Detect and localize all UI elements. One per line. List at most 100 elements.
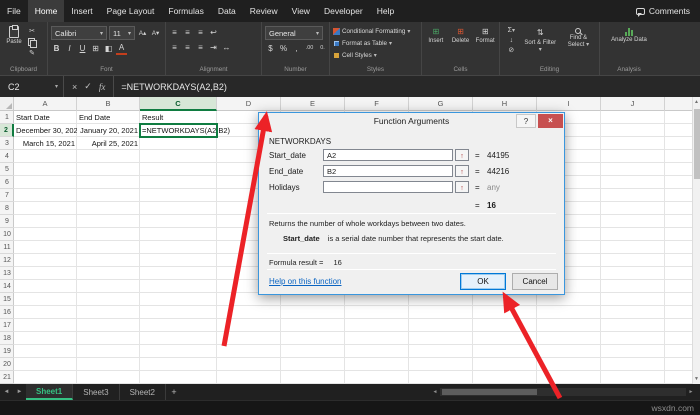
cancel-button[interactable]: Cancel xyxy=(512,273,558,290)
percent-button[interactable]: % xyxy=(278,42,289,55)
arg-input-start-date[interactable]: A2 xyxy=(323,149,453,161)
vertical-scrollbar-thumb[interactable] xyxy=(694,109,700,179)
insert-cells-button[interactable]: ⊞ Insert xyxy=(425,26,447,44)
insert-function-icon[interactable]: fx xyxy=(99,82,106,92)
row-header-1[interactable]: 1 xyxy=(0,111,14,124)
row-header-7[interactable]: 7 xyxy=(0,189,14,202)
align-left-button[interactable]: ≡ xyxy=(169,41,180,54)
column-header-K[interactable]: K xyxy=(665,97,692,111)
paste-button[interactable]: Paste xyxy=(3,25,25,45)
font-size-select[interactable]: 11 ▾ xyxy=(109,26,135,40)
row-header-21[interactable]: 21 xyxy=(0,371,14,384)
copy-icon[interactable] xyxy=(28,38,37,48)
sheet-tab-sheet2[interactable]: Sheet2 xyxy=(120,384,166,400)
analyze-data-button[interactable]: Analyze Data xyxy=(610,26,648,44)
wrap-text-button[interactable]: ↩ xyxy=(208,26,219,39)
format-cells-button[interactable]: ⊞ Format xyxy=(474,26,496,44)
cell-A2[interactable]: December 30, 2020 xyxy=(14,124,77,137)
add-sheet-button[interactable]: + xyxy=(166,384,182,400)
column-header-F[interactable]: F xyxy=(345,97,409,111)
font-name-select[interactable]: Calibri ▾ xyxy=(51,26,107,40)
ribbon-tab-formulas[interactable]: Formulas xyxy=(161,0,210,22)
grow-font-button[interactable]: A▴ xyxy=(137,27,148,40)
cell-B3[interactable]: April 25, 2021 xyxy=(77,137,140,150)
sheet-nav-prev-icon[interactable]: ◄ xyxy=(0,384,13,400)
row-header-17[interactable]: 17 xyxy=(0,319,14,332)
enter-icon[interactable]: ✓ xyxy=(84,81,92,92)
sort-filter-button[interactable]: ⇅ Sort & Filter ▾ xyxy=(523,26,558,54)
column-header-G[interactable]: G xyxy=(409,97,473,111)
align-top-button[interactable]: ≡ xyxy=(169,26,180,39)
align-right-button[interactable]: ≡ xyxy=(195,41,206,54)
horizontal-scrollbar[interactable]: ◄ ► xyxy=(430,386,696,398)
column-header-I[interactable]: I xyxy=(537,97,601,111)
horizontal-scrollbar-track[interactable] xyxy=(440,388,686,396)
row-header-5[interactable]: 5 xyxy=(0,163,14,176)
align-bottom-button[interactable]: ≡ xyxy=(195,26,206,39)
cancel-icon[interactable]: × xyxy=(72,82,77,92)
scroll-right-icon[interactable]: ► xyxy=(686,389,696,395)
row-header-15[interactable]: 15 xyxy=(0,293,14,306)
name-box-dropdown-icon[interactable]: ▾ xyxy=(50,76,64,97)
shrink-font-button[interactable]: A▾ xyxy=(150,27,161,40)
comma-button[interactable]: , xyxy=(291,42,302,55)
format-painter-icon[interactable]: ✎ xyxy=(28,49,36,58)
column-header-C[interactable]: C xyxy=(140,97,217,111)
row-header-2[interactable]: 2 xyxy=(0,124,14,137)
horizontal-scrollbar-thumb[interactable] xyxy=(442,389,537,395)
range-selector-button-end-date[interactable]: ↑ xyxy=(455,165,469,177)
align-middle-button[interactable]: ≡ xyxy=(182,26,193,39)
range-selector-button-holidays[interactable]: ↑ xyxy=(455,181,469,193)
bold-button[interactable]: B xyxy=(51,42,62,55)
ribbon-tab-page-layout[interactable]: Page Layout xyxy=(100,0,162,22)
row-header-13[interactable]: 13 xyxy=(0,267,14,280)
sheet-tab-sheet1[interactable]: Sheet1 xyxy=(26,384,74,400)
sheet-tab-sheet3[interactable]: Sheet3 xyxy=(73,384,120,400)
formula-input[interactable]: =NETWORKDAYS(A2,B2) xyxy=(114,76,700,97)
range-selector-button-start-date[interactable]: ↑ xyxy=(455,149,469,161)
arg-input-holidays[interactable] xyxy=(323,181,453,193)
column-header-A[interactable]: A xyxy=(14,97,77,111)
select-all-button[interactable] xyxy=(0,97,14,111)
row-header-3[interactable]: 3 xyxy=(0,137,14,150)
arg-input-end-date[interactable]: B2 xyxy=(323,165,453,177)
cell-B1[interactable]: End Date xyxy=(77,111,140,124)
borders-button[interactable]: ⊞ xyxy=(90,42,101,55)
ribbon-tab-file[interactable]: File xyxy=(0,0,28,22)
row-header-11[interactable]: 11 xyxy=(0,241,14,254)
clear-button[interactable]: ⊘ xyxy=(503,46,520,55)
row-header-12[interactable]: 12 xyxy=(0,254,14,267)
ribbon-tab-data[interactable]: Data xyxy=(211,0,243,22)
currency-button[interactable]: $ xyxy=(265,42,276,55)
row-header-8[interactable]: 8 xyxy=(0,202,14,215)
indent-button[interactable]: ⇥ xyxy=(208,41,219,54)
autosum-button[interactable]: Σ▾ xyxy=(503,26,520,35)
ribbon-tab-help[interactable]: Help xyxy=(370,0,401,22)
underline-button[interactable]: U xyxy=(77,42,88,55)
merge-center-button[interactable]: ↔ xyxy=(221,41,232,54)
column-header-J[interactable]: J xyxy=(601,97,665,111)
ribbon-tab-insert[interactable]: Insert xyxy=(64,0,99,22)
ribbon-tab-review[interactable]: Review xyxy=(243,0,285,22)
scroll-left-icon[interactable]: ◄ xyxy=(430,389,440,395)
font-color-button[interactable]: A xyxy=(116,43,127,55)
conditional-formatting-button[interactable]: Conditional Formatting ▾ xyxy=(333,26,410,37)
increase-decimal-button[interactable]: .00 xyxy=(304,42,315,55)
fill-color-button[interactable]: ◧ xyxy=(103,42,114,55)
italic-button[interactable]: I xyxy=(64,42,75,55)
column-header-D[interactable]: D xyxy=(217,97,281,111)
align-center-button[interactable]: ≡ xyxy=(182,41,193,54)
column-header-E[interactable]: E xyxy=(281,97,345,111)
format-as-table-button[interactable]: Format as Table ▾ xyxy=(333,38,392,49)
delete-cells-button[interactable]: ⊞ Delete xyxy=(450,26,472,44)
row-header-18[interactable]: 18 xyxy=(0,332,14,345)
column-header-B[interactable]: B xyxy=(77,97,140,111)
dialog-help-button[interactable]: ? xyxy=(516,114,536,128)
row-header-16[interactable]: 16 xyxy=(0,306,14,319)
decrease-decimal-button[interactable]: 0. xyxy=(317,42,328,55)
help-link[interactable]: Help on this function xyxy=(269,277,342,286)
dialog-close-button[interactable]: × xyxy=(538,114,563,128)
cut-icon[interactable]: ✂ xyxy=(28,27,36,36)
scroll-up-icon[interactable]: ▲ xyxy=(693,97,700,107)
ribbon-tab-home[interactable]: Home xyxy=(27,0,65,22)
